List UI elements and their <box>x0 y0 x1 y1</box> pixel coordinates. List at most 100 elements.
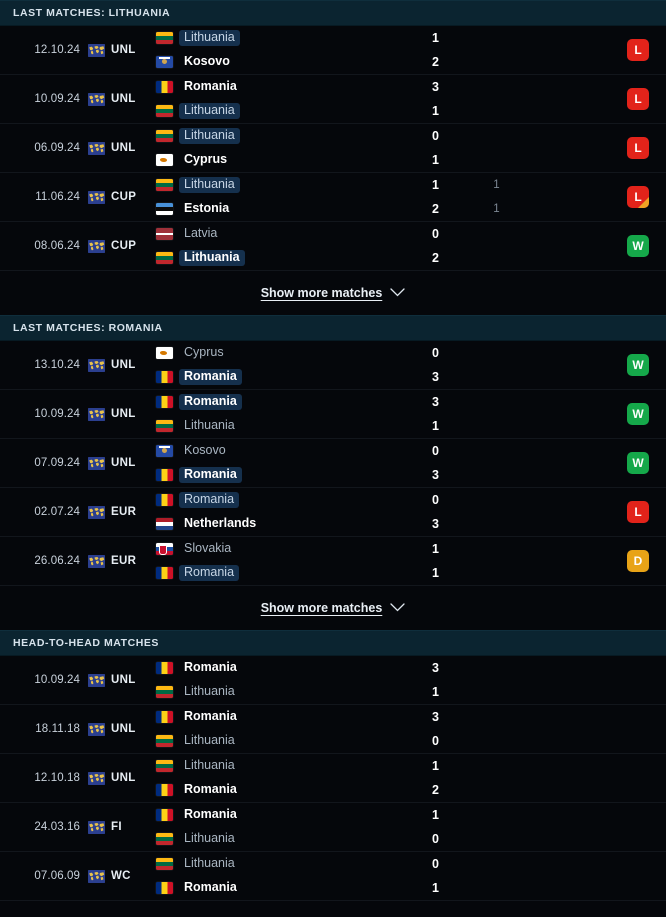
show-more-matches-button[interactable]: Show more matches <box>0 586 666 630</box>
status-badge-label: D <box>633 554 643 568</box>
match-date-text: 02.07.24 <box>34 506 80 518</box>
flag-icon-lt <box>156 686 173 698</box>
table-row[interactable]: 10.09.24 UNL Romania Lithuania 3 1 <box>0 656 666 705</box>
flag-icon-ro <box>156 494 173 506</box>
table-row[interactable]: 02.07.24 EUR Romania Netherlands 0 3 L <box>0 488 666 537</box>
team-name: Lithuania <box>179 128 240 144</box>
team-name: Lithuania <box>184 418 235 432</box>
competition[interactable]: UNL <box>82 656 154 704</box>
match-date: 24.03.16 <box>0 803 82 851</box>
team-name: Romania <box>179 492 240 508</box>
table-row[interactable]: 06.09.24 UNL Lithuania Cyprus 0 1 L <box>0 124 666 173</box>
competition[interactable]: CUP <box>82 222 154 270</box>
team-name: Lithuania <box>184 856 235 870</box>
table-row[interactable]: 12.10.18 UNL Lithuania Romania 1 2 <box>0 754 666 803</box>
match-date-text: 13.10.24 <box>34 359 80 371</box>
table-row[interactable]: 07.09.24 UNL Kosovo Romania 0 3 W <box>0 439 666 488</box>
team-line: Lithuania <box>156 857 666 872</box>
flag-icon-sk <box>156 543 173 555</box>
status-badge: D <box>627 550 649 572</box>
flag-icon-xk <box>156 445 173 457</box>
competition[interactable]: UNL <box>82 754 154 802</box>
competition[interactable]: WC <box>82 852 154 900</box>
competition[interactable]: UNL <box>82 124 154 172</box>
result-cell: L <box>610 124 666 172</box>
team-name: Romania <box>184 807 237 821</box>
team-line: Romania <box>156 492 666 508</box>
match-date: 07.06.09 <box>0 852 82 900</box>
result-cell: W <box>610 341 666 389</box>
competition[interactable]: EUR <box>82 537 154 585</box>
section-header-title: HEAD-TO-HEAD MATCHES <box>13 637 159 649</box>
match-date-text: 24.03.16 <box>34 821 80 833</box>
flag-icon-xk <box>156 56 173 68</box>
competition[interactable]: UNL <box>82 390 154 438</box>
team-name: Kosovo <box>184 443 226 457</box>
competition[interactable]: UNL <box>82 341 154 389</box>
table-row[interactable]: 18.11.18 UNL Romania Lithuania 3 0 <box>0 705 666 754</box>
team-name: Lithuania <box>184 733 235 747</box>
competition[interactable]: EUR <box>82 488 154 536</box>
status-badge: W <box>627 403 649 425</box>
flag-icon-ro <box>156 809 173 821</box>
match-date-text: 07.09.24 <box>34 457 80 469</box>
competition[interactable]: FI <box>82 803 154 851</box>
table-row[interactable]: 11.06.24 CUP Lithuania Estonia 1 1 2 1 L <box>0 173 666 222</box>
team-line: Romania <box>156 80 666 95</box>
globe-icon <box>88 869 105 883</box>
match-date: 07.09.24 <box>0 439 82 487</box>
team-line: Romania <box>156 565 666 581</box>
section-header-last-matches-lithuania: LAST MATCHES: LITHUANIA <box>0 0 666 26</box>
team-name: Romania <box>184 660 237 674</box>
team-name: Lithuania <box>184 758 235 772</box>
flag-icon-ro <box>156 711 173 723</box>
teams: Romania Lithuania <box>154 390 666 438</box>
team-line: Lithuania <box>156 734 666 749</box>
table-row[interactable]: 13.10.24 UNL Cyprus Romania 0 3 W <box>0 341 666 390</box>
teams: Romania Lithuania <box>154 705 666 753</box>
status-badge-label: L <box>634 505 642 519</box>
show-more-matches-label: Show more matches <box>260 601 383 615</box>
status-badge-label: L <box>634 141 642 155</box>
team-name: Lithuania <box>179 103 240 119</box>
competition[interactable]: UNL <box>82 439 154 487</box>
competition-label: EUR <box>111 555 137 567</box>
team-name: Romania <box>184 880 237 894</box>
flag-icon-cy <box>156 347 173 359</box>
competition[interactable]: UNL <box>82 26 154 74</box>
table-row[interactable]: 24.03.16 FI Romania Lithuania 1 0 <box>0 803 666 852</box>
result-cell: L <box>610 173 666 221</box>
match-date: 26.06.24 <box>0 537 82 585</box>
status-badge: L <box>627 186 649 208</box>
team-line: Romania <box>156 369 666 385</box>
competition[interactable]: UNL <box>82 75 154 123</box>
flag-icon-ro <box>156 662 173 674</box>
table-row[interactable]: 26.06.24 EUR Slovakia Romania 1 1 D <box>0 537 666 586</box>
flag-icon-ro <box>156 567 173 579</box>
section-header-title: LAST MATCHES: ROMANIA <box>13 322 163 334</box>
match-date: 12.10.18 <box>0 754 82 802</box>
team-line: Lithuania <box>156 250 666 266</box>
table-row[interactable]: 08.06.24 CUP Latvia Lithuania 0 2 W <box>0 222 666 271</box>
table-row[interactable]: 10.09.24 UNL Romania Lithuania 3 1 L <box>0 75 666 124</box>
competition[interactable]: CUP <box>82 173 154 221</box>
table-row[interactable]: 10.09.24 UNL Romania Lithuania 3 1 W <box>0 390 666 439</box>
competition[interactable]: UNL <box>82 705 154 753</box>
table-row[interactable]: 07.06.09 WC Lithuania Romania 0 1 <box>0 852 666 901</box>
table-row[interactable]: 12.10.24 UNL Lithuania Kosovo 1 2 L <box>0 26 666 75</box>
flag-icon-ro <box>156 81 173 93</box>
match-date: 11.06.24 <box>0 173 82 221</box>
flag-icon-nl <box>156 518 173 530</box>
globe-icon <box>88 820 105 834</box>
match-date: 10.09.24 <box>0 390 82 438</box>
match-date-text: 10.09.24 <box>34 93 80 105</box>
team-name: Cyprus <box>184 152 228 166</box>
status-badge: L <box>627 88 649 110</box>
show-more-matches-button[interactable]: Show more matches <box>0 271 666 315</box>
team-line: Slovakia <box>156 542 666 557</box>
globe-icon <box>88 722 105 736</box>
competition-label: WC <box>111 870 131 882</box>
flag-icon-lt <box>156 105 173 117</box>
match-date: 12.10.24 <box>0 26 82 74</box>
status-badge: L <box>627 501 649 523</box>
